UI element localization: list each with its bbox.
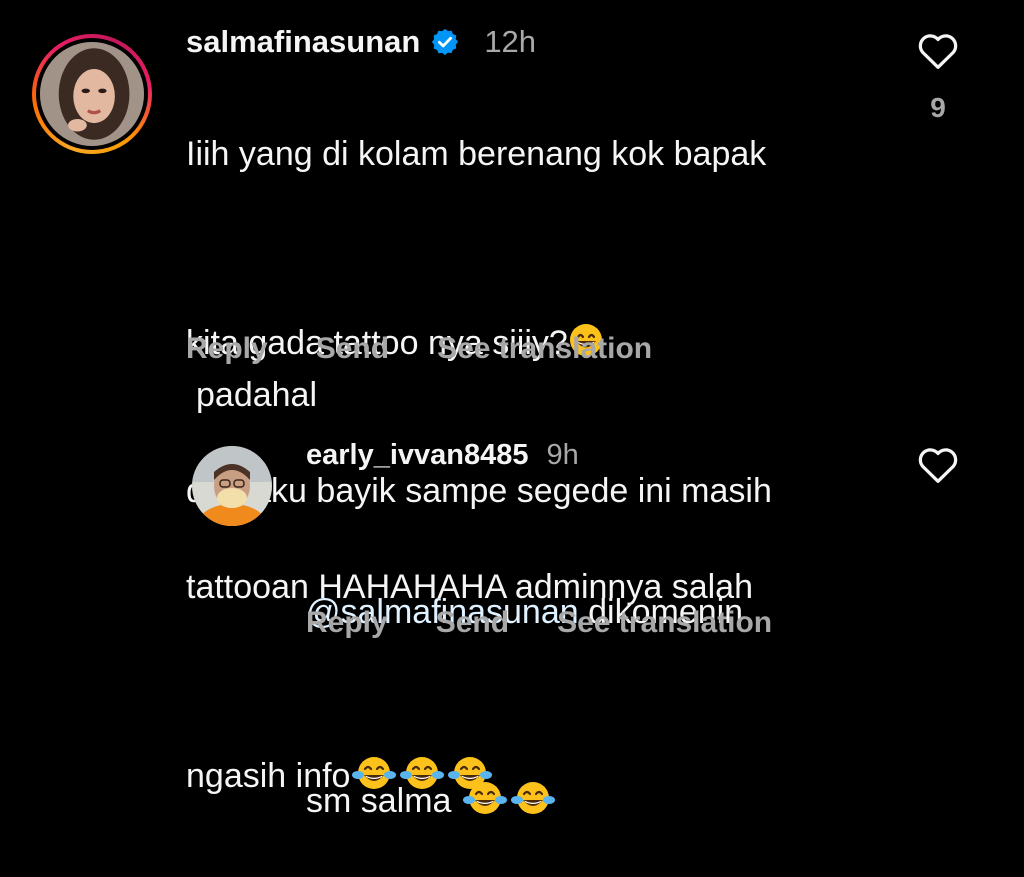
avatar[interactable] [32, 34, 152, 154]
reply-button[interactable]: Reply [306, 606, 388, 640]
heart-outline-icon[interactable] [916, 444, 960, 484]
reply-button[interactable]: Reply [186, 332, 268, 366]
avatar-photo [40, 42, 144, 146]
comment-actions: Reply Send See translation [306, 606, 772, 640]
send-button[interactable]: Send [436, 606, 509, 640]
timestamp: 12h [484, 24, 537, 59]
see-translation-button[interactable]: See translation [437, 332, 652, 366]
like-count: 9 [930, 92, 946, 123]
comment-header: salmafinasunan 12h [186, 22, 536, 62]
avatar-photo [192, 446, 272, 526]
verified-badge-icon [430, 27, 460, 57]
comment-header: early_ivvan8485 9h [306, 436, 579, 474]
see-translation-button[interactable]: See translation [557, 606, 772, 640]
comment-1: salmafinasunan 12h Iiih yang di kolam be… [0, 0, 1024, 795]
reply-comment: early_ivvan8485 9h @salmafinasunan dikom… [0, 400, 1024, 820]
comment-text: @salmafinasunan dikomenin sm salma [306, 492, 886, 877]
timestamp: 9h [546, 438, 579, 471]
heart-outline-icon[interactable] [916, 30, 960, 70]
tears-of-joy-emoji [509, 732, 557, 829]
comment-line: sm salma [306, 684, 886, 829]
tears-of-joy-emoji [461, 732, 509, 829]
comment-line: Iiih yang di kolam berenang kok bapak [186, 135, 767, 173]
comment-actions: Reply Send See translation [186, 332, 652, 366]
comment-line: kita gada tattoo nya siiiy? padahal [186, 226, 886, 419]
username[interactable]: salmafinasunan [186, 24, 420, 60]
avatar[interactable] [192, 446, 272, 526]
username[interactable]: early_ivvan8485 [306, 439, 529, 472]
send-button[interactable]: Send [316, 332, 389, 366]
